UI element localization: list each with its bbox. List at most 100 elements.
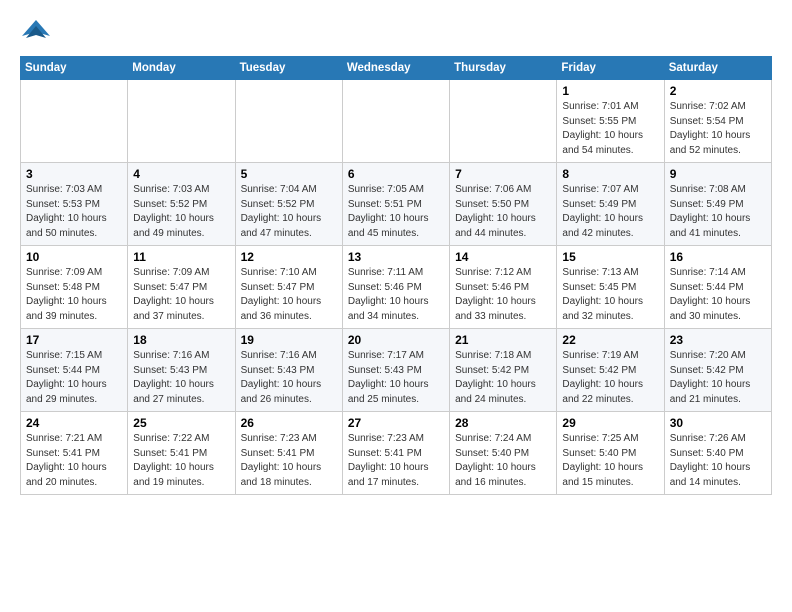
- weekday-header-cell: Thursday: [450, 57, 557, 80]
- day-info: Sunrise: 7:17 AM Sunset: 5:43 PM Dayligh…: [348, 349, 444, 407]
- day-number: 4: [133, 167, 229, 181]
- calendar-week-row: 1Sunrise: 7:01 AM Sunset: 5:55 PM Daylig…: [21, 80, 772, 163]
- day-number: 2: [670, 84, 766, 98]
- weekday-header-cell: Wednesday: [342, 57, 449, 80]
- calendar-week-row: 24Sunrise: 7:21 AM Sunset: 5:41 PM Dayli…: [21, 412, 772, 495]
- calendar-week-row: 3 Sunrise: 7:03 AM Sunset: 5:53 PM Daylig…: [21, 163, 772, 246]
- day-info: Sunrise: 7:11 AM Sunset: 5:46 PM Dayligh…: [348, 266, 444, 324]
- calendar-day-cell: [235, 80, 342, 163]
- day-info: Sunrise: 7:09 AM Sunset: 5:47 PM Dayligh…: [133, 266, 229, 324]
- day-number: 10: [26, 250, 122, 264]
- calendar-day-cell: 7Sunrise: 7:06 AM Sunset: 5:50 PM Daylig…: [450, 163, 557, 246]
- day-info: Sunrise: 7:08 AM Sunset: 5:49 PM Dayligh…: [670, 183, 766, 241]
- day-number: 8: [562, 167, 658, 181]
- day-number: 17: [26, 333, 122, 347]
- calendar-day-cell: 10Sunrise: 7:09 AM Sunset: 5:48 PM Dayli…: [21, 246, 128, 329]
- calendar-day-cell: 19 Sunrise: 7:16 AM Sunset: 5:43 PM Dayli…: [235, 329, 342, 412]
- weekday-header-cell: Saturday: [664, 57, 771, 80]
- day-info: Sunrise: 7:06 AM Sunset: 5:50 PM Dayligh…: [455, 183, 551, 241]
- calendar-day-cell: 16Sunrise: 7:14 AM Sunset: 5:44 PM Dayli…: [664, 246, 771, 329]
- calendar-day-cell: 8 Sunrise: 7:07 AM Sunset: 5:49 PM Daylig…: [557, 163, 664, 246]
- calendar-day-cell: 25 Sunrise: 7:22 AM Sunset: 5:41 PM Dayli…: [128, 412, 235, 495]
- day-number: 11: [133, 250, 229, 264]
- day-number: 15: [562, 250, 658, 264]
- calendar-day-cell: 5 Sunrise: 7:04 AM Sunset: 5:52 PM Daylig…: [235, 163, 342, 246]
- calendar-day-cell: 3 Sunrise: 7:03 AM Sunset: 5:53 PM Daylig…: [21, 163, 128, 246]
- day-number: 5: [241, 167, 337, 181]
- day-info: Sunrise: 7:15 AM Sunset: 5:44 PM Dayligh…: [26, 349, 122, 407]
- day-number: 3: [26, 167, 122, 181]
- day-number: 6: [348, 167, 444, 181]
- day-number: 24: [26, 416, 122, 430]
- calendar-day-cell: 11 Sunrise: 7:09 AM Sunset: 5:47 PM Dayli…: [128, 246, 235, 329]
- calendar-day-cell: 28Sunrise: 7:24 AM Sunset: 5:40 PM Dayli…: [450, 412, 557, 495]
- day-number: 20: [348, 333, 444, 347]
- weekday-header-cell: Friday: [557, 57, 664, 80]
- calendar-day-cell: 18 Sunrise: 7:16 AM Sunset: 5:43 PM Dayli…: [128, 329, 235, 412]
- day-number: 27: [348, 416, 444, 430]
- calendar-day-cell: 1Sunrise: 7:01 AM Sunset: 5:55 PM Daylig…: [557, 80, 664, 163]
- day-number: 25: [133, 416, 229, 430]
- calendar-day-cell: [128, 80, 235, 163]
- day-info: Sunrise: 7:22 AM Sunset: 5:41 PM Dayligh…: [133, 432, 229, 490]
- day-info: Sunrise: 7:25 AM Sunset: 5:40 PM Dayligh…: [562, 432, 658, 490]
- day-info: Sunrise: 7:16 AM Sunset: 5:43 PM Dayligh…: [133, 349, 229, 407]
- day-info: Sunrise: 7:03 AM Sunset: 5:53 PM Dayligh…: [26, 183, 122, 241]
- day-info: Sunrise: 7:04 AM Sunset: 5:52 PM Dayligh…: [241, 183, 337, 241]
- weekday-header-row: SundayMondayTuesdayWednesdayThursdayFrid…: [21, 57, 772, 80]
- calendar-day-cell: 4 Sunrise: 7:03 AM Sunset: 5:52 PM Daylig…: [128, 163, 235, 246]
- day-number: 1: [562, 84, 658, 98]
- calendar-day-cell: 2 Sunrise: 7:02 AM Sunset: 5:54 PM Daylig…: [664, 80, 771, 163]
- calendar-week-row: 10Sunrise: 7:09 AM Sunset: 5:48 PM Dayli…: [21, 246, 772, 329]
- day-info: Sunrise: 7:23 AM Sunset: 5:41 PM Dayligh…: [348, 432, 444, 490]
- calendar-day-cell: [342, 80, 449, 163]
- header: [20, 16, 772, 44]
- calendar-week-row: 17 Sunrise: 7:15 AM Sunset: 5:44 PM Dayli…: [21, 329, 772, 412]
- day-info: Sunrise: 7:02 AM Sunset: 5:54 PM Dayligh…: [670, 100, 766, 158]
- weekday-header-cell: Sunday: [21, 57, 128, 80]
- logo-icon: [22, 16, 50, 44]
- page: SundayMondayTuesdayWednesdayThursdayFrid…: [0, 0, 792, 507]
- calendar-day-cell: [450, 80, 557, 163]
- calendar-day-cell: 17 Sunrise: 7:15 AM Sunset: 5:44 PM Dayli…: [21, 329, 128, 412]
- day-info: Sunrise: 7:05 AM Sunset: 5:51 PM Dayligh…: [348, 183, 444, 241]
- day-info: Sunrise: 7:10 AM Sunset: 5:47 PM Dayligh…: [241, 266, 337, 324]
- calendar: SundayMondayTuesdayWednesdayThursdayFrid…: [20, 56, 772, 495]
- calendar-day-cell: 29 Sunrise: 7:25 AM Sunset: 5:40 PM Dayli…: [557, 412, 664, 495]
- weekday-header-cell: Tuesday: [235, 57, 342, 80]
- day-info: Sunrise: 7:13 AM Sunset: 5:45 PM Dayligh…: [562, 266, 658, 324]
- day-number: 26: [241, 416, 337, 430]
- day-info: Sunrise: 7:07 AM Sunset: 5:49 PM Dayligh…: [562, 183, 658, 241]
- day-info: Sunrise: 7:03 AM Sunset: 5:52 PM Dayligh…: [133, 183, 229, 241]
- calendar-day-cell: [21, 80, 128, 163]
- calendar-day-cell: 14 Sunrise: 7:12 AM Sunset: 5:46 PM Dayli…: [450, 246, 557, 329]
- day-info: Sunrise: 7:20 AM Sunset: 5:42 PM Dayligh…: [670, 349, 766, 407]
- day-number: 21: [455, 333, 551, 347]
- day-number: 16: [670, 250, 766, 264]
- day-number: 23: [670, 333, 766, 347]
- calendar-day-cell: 24Sunrise: 7:21 AM Sunset: 5:41 PM Dayli…: [21, 412, 128, 495]
- day-number: 28: [455, 416, 551, 430]
- day-number: 19: [241, 333, 337, 347]
- day-number: 13: [348, 250, 444, 264]
- day-info: Sunrise: 7:18 AM Sunset: 5:42 PM Dayligh…: [455, 349, 551, 407]
- day-number: 9: [670, 167, 766, 181]
- calendar-day-cell: 30Sunrise: 7:26 AM Sunset: 5:40 PM Dayli…: [664, 412, 771, 495]
- weekday-header-cell: Monday: [128, 57, 235, 80]
- calendar-day-cell: 20 Sunrise: 7:17 AM Sunset: 5:43 PM Dayli…: [342, 329, 449, 412]
- calendar-day-cell: 21 Sunrise: 7:18 AM Sunset: 5:42 PM Dayli…: [450, 329, 557, 412]
- day-info: Sunrise: 7:26 AM Sunset: 5:40 PM Dayligh…: [670, 432, 766, 490]
- logo: [20, 16, 50, 44]
- day-number: 14: [455, 250, 551, 264]
- calendar-day-cell: 15 Sunrise: 7:13 AM Sunset: 5:45 PM Dayli…: [557, 246, 664, 329]
- calendar-day-cell: 12Sunrise: 7:10 AM Sunset: 5:47 PM Dayli…: [235, 246, 342, 329]
- day-number: 29: [562, 416, 658, 430]
- day-info: Sunrise: 7:19 AM Sunset: 5:42 PM Dayligh…: [562, 349, 658, 407]
- day-info: Sunrise: 7:12 AM Sunset: 5:46 PM Dayligh…: [455, 266, 551, 324]
- day-number: 18: [133, 333, 229, 347]
- calendar-day-cell: 6 Sunrise: 7:05 AM Sunset: 5:51 PM Daylig…: [342, 163, 449, 246]
- day-info: Sunrise: 7:16 AM Sunset: 5:43 PM Dayligh…: [241, 349, 337, 407]
- calendar-day-cell: 22Sunrise: 7:19 AM Sunset: 5:42 PM Dayli…: [557, 329, 664, 412]
- calendar-day-cell: 27 Sunrise: 7:23 AM Sunset: 5:41 PM Dayli…: [342, 412, 449, 495]
- day-info: Sunrise: 7:23 AM Sunset: 5:41 PM Dayligh…: [241, 432, 337, 490]
